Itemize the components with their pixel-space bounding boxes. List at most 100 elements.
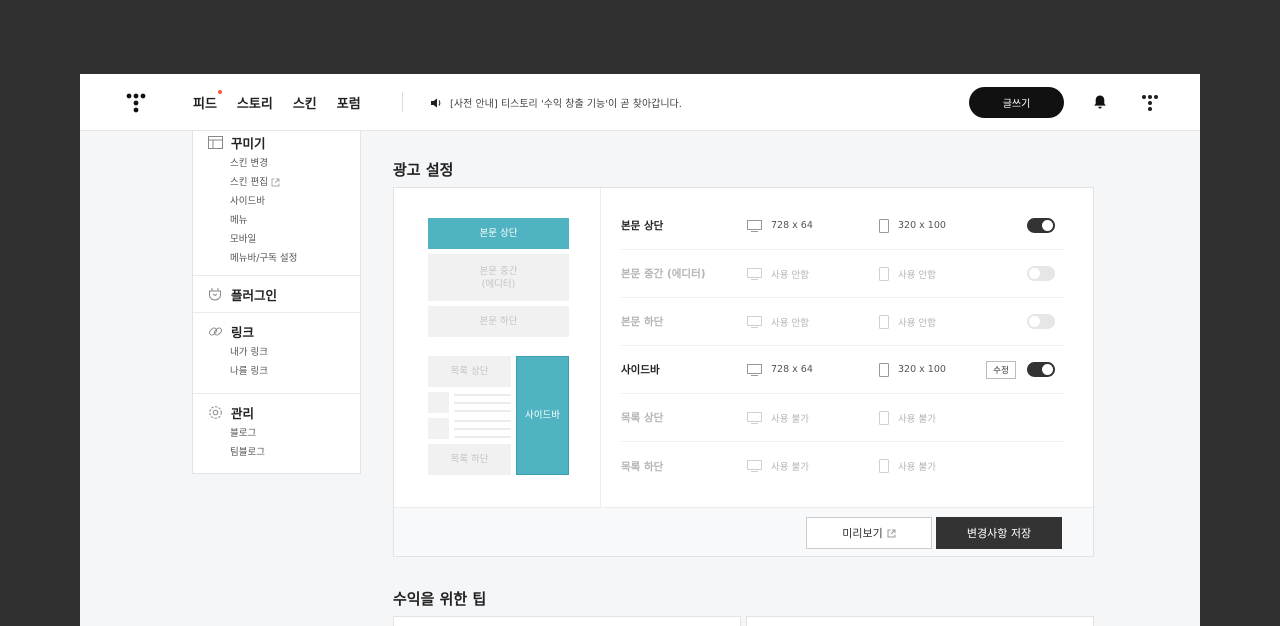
- profile-logo-icon[interactable]: [1141, 94, 1159, 112]
- monitor-icon: [747, 363, 762, 376]
- toggle-knob: [1042, 220, 1053, 231]
- sidebar-item-skin-edit[interactable]: 스킨 편집: [207, 173, 346, 192]
- sidebar-head-plugin[interactable]: 플러그인: [207, 282, 346, 306]
- nav-feed[interactable]: 피드: [193, 90, 222, 112]
- ad-settings-title: 광고 설정: [393, 161, 454, 179]
- preview-line: [454, 394, 511, 396]
- sidebar-head-customize[interactable]: 꾸미기: [207, 130, 346, 154]
- pc-size-value: 728 x 64: [771, 364, 813, 375]
- nav-story[interactable]: 스토리: [237, 93, 273, 112]
- preview-thumb: [428, 418, 449, 439]
- gear-icon: [207, 404, 223, 420]
- preview-thumb: [428, 392, 449, 413]
- external-link-icon: [887, 529, 896, 537]
- mobile-icon: [879, 218, 889, 233]
- pc-size: 사용 안함: [747, 267, 809, 281]
- toggle-knob: [1029, 316, 1040, 327]
- top-header: 피드 스토리 스킨 포럼 [사전 안내] 티스토리 '수익 창출 기능'이 곧 …: [80, 74, 1200, 131]
- mobile-size: 320 x 100: [879, 218, 946, 233]
- mobile-icon: [879, 266, 889, 281]
- link-icon: [207, 323, 223, 339]
- nav-skin[interactable]: 스킨: [293, 93, 317, 112]
- nav-forum[interactable]: 포럼: [337, 93, 361, 112]
- preview-body-bottom: 본문 하단: [428, 306, 569, 337]
- sidebar-head-manage[interactable]: 관리: [207, 400, 346, 424]
- ad-slot-label: 목록 상단: [621, 412, 664, 424]
- pc-size-value: 728 x 64: [771, 220, 813, 231]
- monitor-icon: [747, 411, 762, 424]
- preview-line: [454, 436, 511, 438]
- sidebar-item-blog[interactable]: 블로그: [207, 424, 346, 443]
- external-link-icon: [271, 178, 280, 187]
- mobile-size: 사용 불가: [879, 410, 936, 425]
- edit-button[interactable]: 수정: [986, 360, 1016, 379]
- ad-slot-label: 목록 하단: [621, 460, 664, 473]
- preview-button-label: 미리보기: [842, 527, 883, 540]
- notice-banner[interactable]: [사전 안내] 티스토리 '수익 창출 기능'이 곧 찾아갑니다.: [430, 74, 682, 131]
- preview-body-middle-line2: (에디터): [481, 278, 516, 290]
- main-nav: 피드 스토리 스킨 포럼: [193, 74, 381, 131]
- pc-size-value: 사용 불가: [771, 462, 809, 473]
- ad-slot-row: 목록 상단 사용 불가 사용 불가: [621, 394, 1063, 442]
- mobile-size-value: 사용 불가: [898, 462, 936, 473]
- preview-list-top: 목록 상단: [428, 356, 511, 387]
- ad-slot-label: 본문 상단: [621, 220, 664, 232]
- sidebar-item-links-to-me[interactable]: 나를 링크: [207, 362, 346, 381]
- monitor-icon: [747, 315, 762, 328]
- mobile-size: 사용 불가: [879, 459, 936, 473]
- sidebar-group-manage: 관리 블로그 팀블로그: [193, 394, 360, 472]
- mobile-size: 320 x 100: [879, 362, 946, 377]
- pc-size: 728 x 64: [747, 363, 813, 376]
- pc-size-value: 사용 안함: [771, 269, 809, 281]
- ad-slot-label: 본문 중간 (에디터): [621, 268, 706, 280]
- sidebar-item-sidebar[interactable]: 사이드바: [207, 192, 346, 211]
- ad-slot-list: 본문 상단 728 x 64 320 x 100 본문 중간 (에디터) 사용 …: [621, 202, 1063, 490]
- mobile-size-value: 사용 불가: [898, 413, 936, 425]
- tistory-logo-icon[interactable]: [125, 92, 147, 114]
- speaker-icon: [431, 98, 441, 107]
- mobile-size-value: 320 x 100: [898, 220, 946, 231]
- ad-slot-row: 본문 하단 사용 안함 사용 안함: [621, 298, 1063, 346]
- write-button[interactable]: 글쓰기: [969, 87, 1064, 118]
- sidebar-head-label: 관리: [231, 405, 255, 421]
- mobile-icon: [879, 410, 889, 425]
- pc-size-value: 사용 불가: [771, 413, 809, 425]
- preview-line: [454, 428, 511, 430]
- nav-divider: [402, 92, 403, 112]
- sidebar-item-team-blog[interactable]: 팀블로그: [207, 443, 346, 462]
- sidebar-item-menubar[interactable]: 메뉴바/구독 설정: [207, 249, 346, 268]
- pc-size-value: 사용 안함: [771, 317, 809, 329]
- notice-text: [사전 안내] 티스토리 '수익 창출 기능'이 곧 찾아갑니다.: [450, 99, 682, 110]
- nav-feed-label: 피드: [193, 97, 217, 112]
- monitor-icon: [747, 219, 762, 232]
- mobile-size-value: 320 x 100: [898, 364, 946, 375]
- monitor-icon: [747, 460, 762, 472]
- ad-slot-toggle[interactable]: [1027, 218, 1055, 233]
- save-changes-button[interactable]: 변경사항 저장: [936, 517, 1062, 549]
- ad-slot-label: 사이드바: [621, 364, 660, 376]
- ad-slot-row: 목록 하단 사용 불가 사용 불가: [621, 442, 1063, 490]
- tistory-window: 피드 스토리 스킨 포럼 [사전 안내] 티스토리 '수익 창출 기능'이 곧 …: [80, 74, 1200, 626]
- ad-slot-row: 사이드바 728 x 64 320 x 100 수정: [621, 346, 1063, 394]
- bell-icon[interactable]: [1092, 94, 1108, 110]
- sidebar-group-customize: 꾸미기 스킨 변경 스킨 편집 사이드바 메뉴 모바일 메뉴바/구독 설정: [193, 130, 360, 276]
- preview-line: [454, 410, 511, 412]
- ad-slot-toggle[interactable]: [1027, 266, 1055, 281]
- ad-placement-preview: 본문 상단 본문 중간 (에디터) 본문 하단 목록 상단 목록 하단 사이드바: [394, 188, 601, 507]
- preview-line: [454, 402, 511, 404]
- new-dot-icon: [217, 90, 222, 94]
- sidebar-group-plugin: 플러그인: [193, 276, 360, 313]
- sidebar-head-link[interactable]: 링크: [207, 319, 346, 343]
- ad-slot-toggle[interactable]: [1027, 362, 1055, 377]
- sidebar-group-link: 링크 내가 링크 나를 링크: [193, 313, 360, 394]
- ad-slot-row: 본문 상단 728 x 64 320 x 100: [621, 202, 1063, 250]
- pc-size: 사용 불가: [747, 411, 809, 425]
- sidebar-item-skin-change[interactable]: 스킨 변경: [207, 154, 346, 173]
- admin-sidebar: 꾸미기 스킨 변경 스킨 편집 사이드바 메뉴 모바일 메뉴바/구독 설정 플러…: [192, 131, 361, 474]
- ad-slot-toggle[interactable]: [1027, 314, 1055, 329]
- sidebar-item-my-links[interactable]: 내가 링크: [207, 343, 346, 362]
- sidebar-item-menu[interactable]: 메뉴: [207, 211, 346, 230]
- sidebar-head-label: 링크: [231, 324, 255, 340]
- preview-button[interactable]: 미리보기: [806, 517, 932, 549]
- sidebar-item-mobile[interactable]: 모바일: [207, 230, 346, 249]
